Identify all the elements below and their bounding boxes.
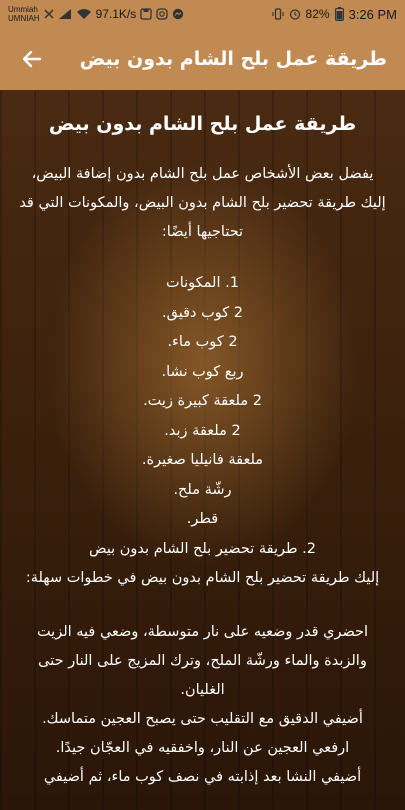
signal-icon bbox=[58, 8, 72, 20]
steps-list: احضري قدر وضعيه على نار متوسطة، وضعي فيه… bbox=[18, 618, 387, 792]
ingredients-list: 1. المكونات 2 كوب دقيق. 2 كوب ماء. ربع ك… bbox=[18, 269, 387, 594]
clock: 3:26 PM bbox=[348, 6, 397, 22]
wifi-icon bbox=[76, 8, 92, 20]
sim-off-icon bbox=[44, 9, 54, 19]
app-bar-title: طريقة عمل بلح الشام بدون بيض bbox=[79, 48, 387, 70]
network-speed: 97.1K/s bbox=[95, 7, 137, 21]
status-left: Ummiah UMNIAH 97.1K/s bbox=[8, 5, 184, 23]
list-item: رشّة ملح. bbox=[173, 481, 232, 498]
step-line: ارفعي العجين عن النار، واخفقيه في العجّا… bbox=[55, 739, 350, 756]
step-line: أضيفي النشا بعد إذابته في نصف كوب ماء، ث… bbox=[43, 768, 362, 785]
save-icon bbox=[140, 8, 152, 20]
vibrate-icon bbox=[271, 8, 284, 20]
list-item: 2 كوب دقيق. bbox=[162, 304, 243, 321]
step-line: أضيفي الدقيق مع التقليب حتى يصبح العجين … bbox=[42, 710, 363, 727]
arrow-left-icon bbox=[22, 50, 42, 68]
carrier-label: Ummiah UMNIAH bbox=[8, 5, 40, 23]
battery-percent: 82% bbox=[305, 7, 330, 21]
battery-icon bbox=[334, 7, 344, 21]
step-line: الغليان. bbox=[180, 681, 225, 698]
carrier-line-2: UMNIAH bbox=[8, 14, 40, 23]
status-bar: Ummiah UMNIAH 97.1K/s 82% 3:26 PM bbox=[0, 0, 405, 28]
step-line: احضري قدر وضعيه على نار متوسطة، وضعي فيه… bbox=[36, 623, 369, 640]
article-intro: يفضل بعض الأشخاص عمل بلح الشام بدون إضاف… bbox=[19, 166, 386, 240]
back-button[interactable] bbox=[14, 41, 50, 77]
app-bar: طريقة عمل بلح الشام بدون بيض bbox=[0, 28, 405, 90]
carrier-line-1: Ummiah bbox=[8, 5, 38, 14]
list-item: ملعقة فانيليا صغيرة. bbox=[141, 452, 264, 468]
list-item: 1. المكونات bbox=[166, 275, 239, 291]
list-item: قطر. bbox=[186, 511, 219, 527]
list-item: ربع كوب نشا. bbox=[161, 363, 244, 380]
status-right: 82% 3:26 PM bbox=[271, 6, 397, 22]
list-item: 2 كوب ماء. bbox=[167, 334, 238, 350]
article-content[interactable]: طريقة عمل بلح الشام بدون بيض يفضل بعض ال… bbox=[0, 90, 405, 810]
step-line: والزبدة والماء ورشّة الملح، وترك المزيج … bbox=[38, 652, 367, 669]
instagram-icon bbox=[156, 8, 168, 20]
list-item: 2. طريقة تحضير بلح الشام بدون بيض bbox=[89, 540, 316, 557]
messenger-icon bbox=[172, 8, 184, 20]
article-title: طريقة عمل بلح الشام بدون بيض bbox=[48, 113, 357, 135]
list-item: 2 ملعقة زبد. bbox=[164, 422, 241, 439]
list-item: إليك طريقة تحضير بلح الشام بدون بيض في خ… bbox=[25, 570, 380, 586]
alarm-icon bbox=[289, 8, 301, 20]
list-item: 2 ملعقة كبيرة زيت. bbox=[143, 393, 262, 409]
